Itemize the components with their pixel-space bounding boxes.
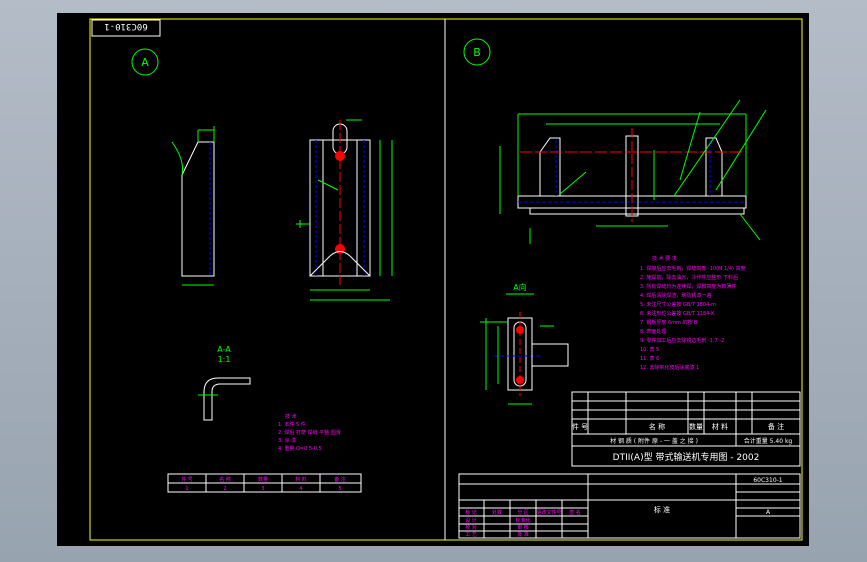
note-right-11: 11. 表 6 (640, 355, 659, 362)
company: 标 准 (654, 505, 670, 514)
small-table-cell: 件 号 (181, 476, 193, 483)
change-table-cell: 标准化 (515, 517, 530, 524)
small-table-cell: 4 (299, 486, 302, 492)
note-right-7: 7. 钢板厚度 6mm 的按 B (640, 319, 698, 326)
direction-label: A向 (513, 282, 526, 292)
change-table-cell: 审 核 (517, 524, 529, 531)
small-table-cell: 材 料 (295, 476, 307, 483)
change-table-cell: 分 区 (517, 509, 529, 516)
note-left-0: 技 术 (285, 413, 297, 420)
note-left-4: 4. 重量 Q=0.5-0.5 (278, 445, 322, 452)
change-table-cell: 工 艺 (465, 532, 477, 538)
note-left-2: 2. 焊后 打磨 焊缝 平整 圆滑 (278, 429, 341, 436)
section-label: A-A (217, 345, 231, 354)
small-table-cell: 数量 (258, 476, 268, 483)
note-right-10: 10. 表 5 (640, 346, 659, 353)
small-table-cell: 名 称 (219, 476, 231, 483)
view-a-label: A (141, 56, 149, 69)
change-table-cell: 设 计 (465, 517, 477, 524)
section-scale: 1:1 (218, 355, 231, 364)
note-left-3: 3. 涂 漆 (278, 437, 296, 444)
note-right-9: 9. 零件加工后应去除锐边毛刺 -1.7 -2 (640, 337, 724, 344)
small-table-cell: 5 (338, 486, 341, 492)
note-right-0: 技 术 要 求 (652, 255, 677, 262)
change-table-cell: 更改文件号 (536, 509, 561, 516)
title-header-cell: 材 料 (712, 422, 728, 431)
sheet-code: 60C310-1 (104, 21, 147, 31)
main-title: DTII(A)型 带式输送机专用图 - 2002 (613, 451, 760, 463)
small-table-cell: 1 (185, 486, 188, 492)
change-table-cell: 标 记 (465, 509, 477, 516)
note-right-5: 5. 未注尺寸公差按 GB/T 1804-m (640, 301, 716, 308)
note-right-1: 1. 焊接后应去毛刺，焊缝高度 -10(M 1/4) 高度 (640, 265, 746, 272)
change-table-cell: 处数 (492, 509, 502, 516)
note-right-8: 8. 表面处理 (640, 328, 666, 335)
note-right-6: 6. 未注形位公差按 GB/T 1184-K (640, 310, 715, 317)
view-b-label: B (473, 46, 481, 59)
change-table-cell: 批 准 (517, 531, 529, 538)
small-table-cell: 备 注 (334, 476, 346, 483)
title-header-cell: 数量 (689, 422, 703, 431)
note-left-1: 1. 本件 5 件 (278, 421, 306, 428)
note-right-3: 3. 所有焊缝均为连续焊，焊脚高度为较薄件 (640, 283, 736, 290)
drawing-number: 60C310-1 (753, 477, 782, 484)
title-header-cell: 件 号 (572, 422, 588, 431)
note-right-12: 12. 去除氧化皮后涂底漆 1 (640, 364, 699, 371)
cad-drawing: 60C310-1 A B A-A 1:1 技 术 1. 本件 5 件 2. 焊后… (57, 13, 809, 546)
note-right-2: 2. 施焊前，除去油污，冷作件应整形 下料后 (640, 274, 738, 281)
change-table-cell: 签 名 (569, 509, 581, 516)
weight: 合计重量 5.40 kg (744, 437, 793, 445)
note-right-4: 4. 焊后清除焊渣，刷防锈漆一遍 (640, 292, 711, 299)
material-row: 材 钢 质 ( 附件 原 - 一 盖 之 接 ) (610, 437, 698, 445)
drawing-viewport: 60C310-1 A B A-A 1:1 技 术 1. 本件 5 件 2. 焊后… (0, 0, 867, 562)
title-header-cell: 名 称 (649, 422, 665, 431)
change-table-cell: 校 对 (465, 524, 477, 531)
title-header-cell: 备 注 (768, 422, 784, 431)
small-table-cell: 3 (261, 486, 264, 492)
small-table-cell: 2 (223, 486, 226, 492)
